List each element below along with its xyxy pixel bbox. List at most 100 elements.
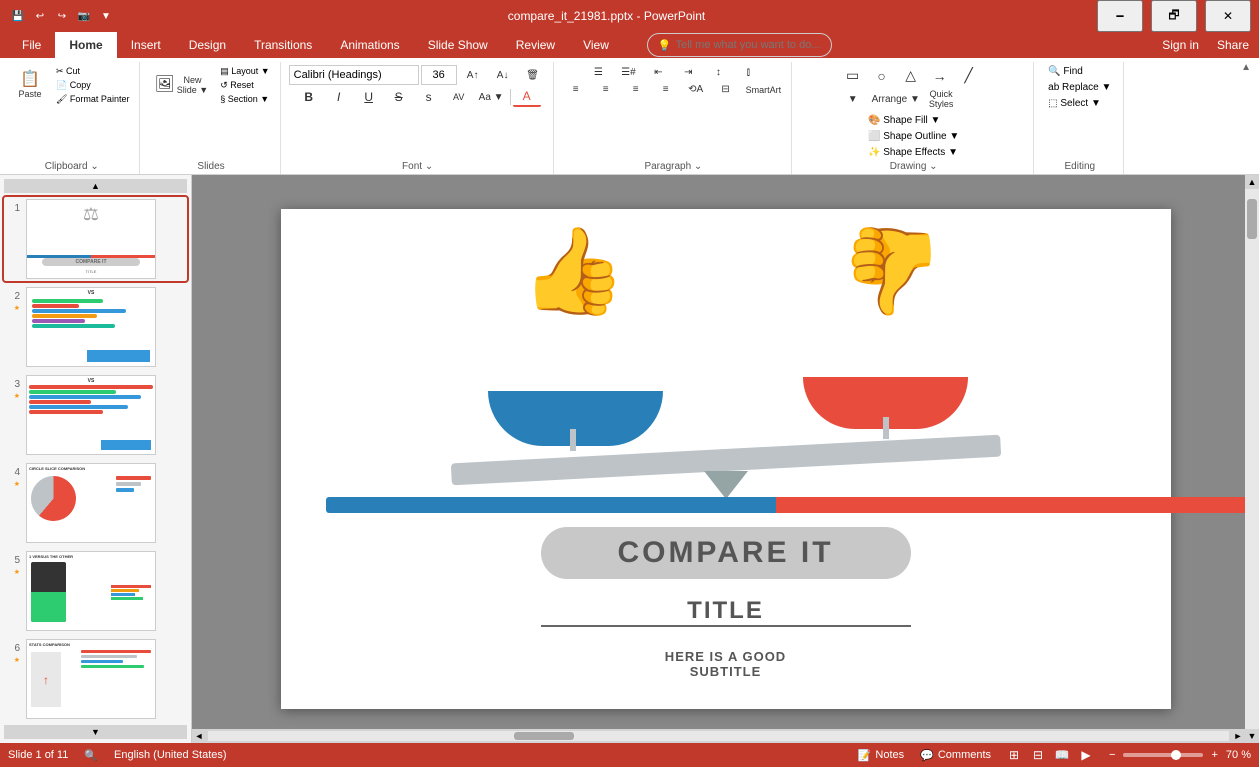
justify-button[interactable]: ≡ xyxy=(652,82,680,97)
paragraph-row1: ☰ ☰# ⇤ ⇥ ↕ ⫾ xyxy=(584,65,762,80)
tab-slideshow[interactable]: Slide Show xyxy=(414,32,502,58)
slide-sorter-button[interactable]: ⊟ xyxy=(1027,746,1049,764)
scroll-right-button[interactable]: ► xyxy=(1231,731,1245,741)
align-left-button[interactable]: ≡ xyxy=(562,82,590,97)
slide-preview-6: STATS COMPARISON ↑ xyxy=(26,639,156,719)
normal-view-button[interactable]: ⊞ xyxy=(1003,746,1025,764)
strikethrough-button[interactable]: S xyxy=(385,88,413,106)
zoom-in-button[interactable]: + xyxy=(1207,747,1221,763)
zoom-slider[interactable] xyxy=(1123,753,1203,757)
numbering-button[interactable]: ☰# xyxy=(614,65,642,80)
titlebar-right: 🗕 🗗 ✕ xyxy=(1097,0,1251,32)
underline-button[interactable]: U xyxy=(355,88,383,106)
tab-animations[interactable]: Animations xyxy=(326,32,413,58)
font-size-input[interactable] xyxy=(421,65,457,85)
smartart-button[interactable]: SmartArt xyxy=(742,83,786,97)
scroll-down-button[interactable]: ▼ xyxy=(1245,729,1259,743)
change-case-button[interactable]: Aa ▼ xyxy=(475,90,508,105)
format-painter-button[interactable]: 🖌 Format Painter xyxy=(52,93,133,106)
minimize-button[interactable]: 🗕 xyxy=(1097,0,1143,32)
font-color-button[interactable]: A xyxy=(513,87,541,107)
redo-button[interactable]: ↪ xyxy=(52,6,72,26)
scroll-thumb[interactable] xyxy=(1247,199,1257,239)
statusbar: Slide 1 of 11 🔍 English (United States) … xyxy=(0,743,1259,767)
bold-button[interactable]: B xyxy=(295,88,323,106)
shape-rect-button[interactable]: ▭ xyxy=(839,65,867,86)
panel-scroll-up[interactable]: ▲ xyxy=(91,181,100,191)
increase-indent-button[interactable]: ⇥ xyxy=(674,65,702,80)
notes-button[interactable]: 📝 Notes xyxy=(854,747,908,764)
scroll-up-button[interactable]: ▲ xyxy=(1245,175,1259,189)
align-right-button[interactable]: ≡ xyxy=(622,82,650,97)
qat-dropdown-button[interactable]: ▼ xyxy=(96,6,116,26)
reset-button[interactable]: ↺ Reset xyxy=(216,79,273,92)
undo-button[interactable]: ↩ xyxy=(30,6,50,26)
close-button[interactable]: ✕ xyxy=(1205,0,1251,32)
shadow-button[interactable]: s xyxy=(415,88,443,106)
ribbon-collapse-button[interactable]: ▲ xyxy=(1237,62,1255,73)
slide-thumb-3[interactable]: 3★ VS xyxy=(4,373,187,457)
new-slide-button[interactable]: 🖼 NewSlide ▼ xyxy=(148,71,214,99)
section-button[interactable]: § Section ▼ xyxy=(216,93,273,105)
accessibility-button[interactable]: 🔍 xyxy=(80,747,102,764)
shape-circle-button[interactable]: ○ xyxy=(868,66,896,86)
align-text-button[interactable]: ⊟ xyxy=(712,82,740,97)
shapes-more-button[interactable]: ▼ xyxy=(839,92,867,107)
slide-thumb-5[interactable]: 5★ 1 VERSUS THE OTHER xyxy=(4,549,187,633)
slide-thumb-2[interactable]: 2★ VS xyxy=(4,285,187,369)
lightbulb-icon: 💡 xyxy=(658,39,672,52)
find-button[interactable]: 🔍 Find xyxy=(1042,64,1117,79)
tab-transitions[interactable]: Transitions xyxy=(240,32,326,58)
slide-thumb-6[interactable]: 6★ STATS COMPARISON ↑ xyxy=(4,637,187,721)
restore-button[interactable]: 🗗 xyxy=(1151,0,1197,32)
shape-effects-button[interactable]: ✨ Shape Effects ▼ xyxy=(862,145,964,160)
replace-button[interactable]: ab Replace ▼ xyxy=(1042,80,1117,95)
slideshow-button[interactable]: ▶ xyxy=(1075,746,1097,764)
tab-design[interactable]: Design xyxy=(175,32,240,58)
char-spacing-button[interactable]: AV xyxy=(445,90,473,104)
tab-view[interactable]: View xyxy=(569,32,623,58)
columns-button[interactable]: ⫾ xyxy=(734,65,762,80)
line-spacing-button[interactable]: ↕ xyxy=(704,65,732,80)
zoom-thumb[interactable] xyxy=(1171,750,1181,760)
comments-button[interactable]: 💬 Comments xyxy=(916,747,995,764)
shape-outline-button[interactable]: ⬜ Shape Outline ▼ xyxy=(862,129,965,144)
cut-button[interactable]: ✂ Cut xyxy=(52,65,133,78)
screenshot-button[interactable]: 📷 xyxy=(74,6,94,26)
zoom-out-button[interactable]: − xyxy=(1105,747,1119,763)
copy-button[interactable]: 📄 Copy xyxy=(52,79,133,92)
slide-thumb-1[interactable]: 1 ⚖ COMPARE IT TITLE xyxy=(4,197,187,281)
tab-review[interactable]: Review xyxy=(502,32,569,58)
paste-button[interactable]: 📋 Paste xyxy=(10,68,50,103)
tab-insert[interactable]: Insert xyxy=(117,32,175,58)
panel-scroll-down[interactable]: ▼ xyxy=(91,727,100,737)
layout-button[interactable]: ▤ Layout ▼ xyxy=(216,65,273,78)
align-center-button[interactable]: ≡ xyxy=(592,82,620,97)
slide-thumb-4[interactable]: 4★ CIRCLE SLICE COMPARISON xyxy=(4,461,187,545)
quick-styles-button[interactable]: QuickStyles xyxy=(925,87,958,111)
shape-line-button[interactable]: ╱ xyxy=(955,65,983,86)
save-button[interactable]: 💾 xyxy=(8,6,28,26)
font-name-input[interactable] xyxy=(289,65,419,85)
bullets-button[interactable]: ☰ xyxy=(584,65,612,80)
h-scroll-thumb[interactable] xyxy=(514,732,574,740)
tab-home[interactable]: Home xyxy=(55,32,116,58)
select-button[interactable]: ⬚ Select ▼ xyxy=(1042,96,1117,111)
reading-view-button[interactable]: 📖 xyxy=(1051,746,1073,764)
decrease-indent-button[interactable]: ⇤ xyxy=(644,65,672,80)
shape-triangle-button[interactable]: △ xyxy=(897,65,925,86)
titlebar: 💾 ↩ ↪ 📷 ▼ compare_it_21981.pptx - PowerP… xyxy=(0,0,1259,32)
share-button[interactable]: Share xyxy=(1207,32,1259,58)
italic-button[interactable]: I xyxy=(325,88,353,106)
shape-fill-button[interactable]: 🎨 Shape Fill ▼ xyxy=(862,113,946,128)
clear-formatting-button[interactable]: 🗑 xyxy=(519,68,547,83)
arrange-button[interactable]: Arrange ▼ xyxy=(868,92,924,107)
text-direction-button[interactable]: ⟲A xyxy=(682,82,710,97)
decrease-font-size-button[interactable]: A↓ xyxy=(489,68,517,83)
shape-arrow-button[interactable]: → xyxy=(926,66,954,86)
scroll-left-button[interactable]: ◄ xyxy=(192,731,206,741)
tell-me-box[interactable]: 💡 Tell me what you want to do... xyxy=(647,33,832,57)
tab-file[interactable]: File xyxy=(8,32,55,58)
increase-font-size-button[interactable]: A↑ xyxy=(459,68,487,83)
sign-in-button[interactable]: Sign in xyxy=(1154,32,1207,58)
